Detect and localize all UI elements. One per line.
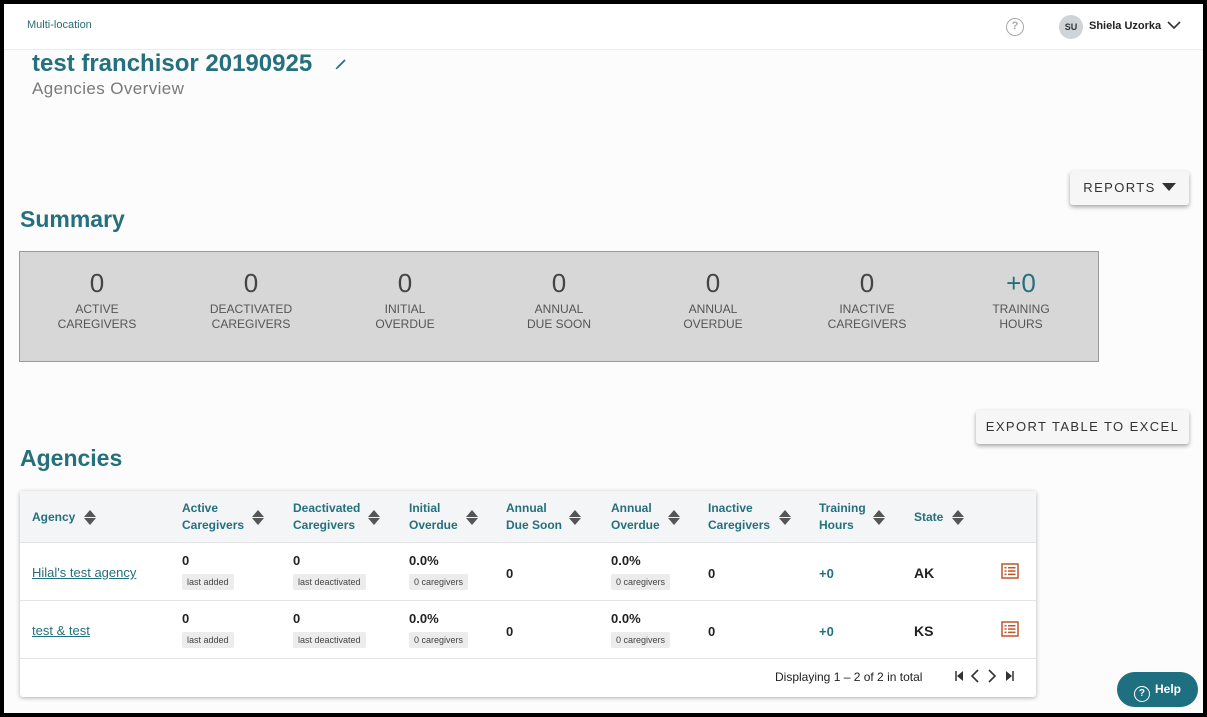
pencil-edit-icon[interactable] bbox=[335, 58, 347, 70]
summary-panel: 0 ACTIVE CAREGIVERS 0 DEACTIVATED CAREGIVE… bbox=[19, 251, 1099, 362]
table-row: Hilal's test agency 0 last added 0 last … bbox=[20, 543, 1036, 601]
stat-deactivated-caregivers: 0 DEACTIVATED CAREGIVERS bbox=[174, 268, 328, 332]
pagination-summary: Displaying 1 – 2 of 2 in total bbox=[775, 670, 923, 684]
stat-value: 0 bbox=[551, 268, 567, 298]
stat-value: 0 bbox=[859, 268, 875, 298]
app-frame: Multi-location ? SU Shiela Uzorka test f… bbox=[4, 4, 1203, 713]
summary-heading: Summary bbox=[20, 206, 125, 232]
stat-value: 0 bbox=[705, 268, 721, 298]
col-header-agency[interactable]: Agency bbox=[32, 509, 75, 526]
caregivers-count-badge: 0 caregivers bbox=[611, 574, 671, 590]
report-list-icon[interactable] bbox=[1001, 563, 1019, 579]
stat-label: INITIAL OVERDUE bbox=[375, 302, 435, 331]
report-list-icon[interactable] bbox=[1001, 621, 1019, 637]
sort-icon[interactable] bbox=[569, 510, 581, 526]
table-header: Agency Active Caregivers Deactivated Careg… bbox=[20, 491, 1036, 543]
stat-value: +0 bbox=[1006, 268, 1036, 298]
page-title: test franchisor 20190925 bbox=[32, 50, 313, 77]
breadcrumb-multi-location[interactable]: Multi-location bbox=[27, 19, 92, 31]
last-added-badge: last added bbox=[182, 574, 234, 590]
caregivers-count-badge: 0 caregivers bbox=[611, 632, 671, 648]
last-page-icon[interactable] bbox=[1005, 669, 1015, 683]
training-hours-value: +0 bbox=[819, 624, 834, 639]
col-header-active-caregivers[interactable]: Active Caregivers bbox=[182, 500, 244, 534]
next-page-icon[interactable] bbox=[987, 669, 997, 683]
sort-icon[interactable] bbox=[873, 510, 885, 526]
inactive-caregivers-value: 0 bbox=[708, 624, 716, 639]
initial-overdue-value: 0.0% bbox=[409, 611, 439, 626]
stat-label: INACTIVE CAREGIVERS bbox=[827, 302, 907, 331]
stat-inactive-caregivers: 0 INACTIVE CAREGIVERS bbox=[790, 268, 944, 332]
help-question-icon: ? bbox=[1133, 686, 1150, 702]
sort-icon[interactable] bbox=[466, 510, 478, 526]
first-page-icon[interactable] bbox=[954, 669, 964, 683]
stat-label: TRAINING HOURS bbox=[992, 302, 1050, 331]
deactivated-caregivers-value: 0 bbox=[293, 553, 301, 568]
sort-icon[interactable] bbox=[252, 510, 264, 526]
chevron-down-icon[interactable] bbox=[1167, 18, 1181, 32]
col-header-deactivated-caregivers[interactable]: Deactivated Caregivers bbox=[293, 500, 360, 534]
col-header-annual-overdue[interactable]: Annual Overdue bbox=[611, 500, 660, 534]
reports-dropdown-button[interactable]: REPORTS bbox=[1070, 171, 1189, 205]
user-name[interactable]: Shiela Uzorka bbox=[1089, 20, 1161, 32]
user-avatar[interactable]: SU bbox=[1059, 15, 1083, 39]
active-caregivers-value: 0 bbox=[182, 553, 190, 568]
sort-icon[interactable] bbox=[668, 510, 680, 526]
caret-down-icon bbox=[1161, 183, 1176, 191]
annual-overdue-value: 0.0% bbox=[611, 611, 641, 626]
col-header-inactive-caregivers[interactable]: Inactive Caregivers bbox=[708, 500, 770, 534]
help-button[interactable]: ? Help bbox=[1117, 672, 1198, 707]
previous-page-icon[interactable] bbox=[970, 669, 980, 683]
active-caregivers-value: 0 bbox=[182, 611, 190, 626]
stat-active-caregivers: 0 ACTIVE CAREGIVERS bbox=[20, 268, 174, 332]
sort-icon[interactable] bbox=[84, 510, 96, 526]
table-row: test & test 0 last added 0 last deactiva… bbox=[20, 601, 1036, 659]
agencies-heading: Agencies bbox=[20, 445, 123, 471]
stat-label: ACTIVE CAREGIVERS bbox=[57, 302, 137, 331]
top-bar: Multi-location ? SU Shiela Uzorka bbox=[4, 4, 1203, 50]
col-header-initial-overdue[interactable]: Initial Overdue bbox=[409, 500, 458, 534]
training-hours-value: +0 bbox=[819, 566, 834, 581]
sort-icon[interactable] bbox=[779, 510, 791, 526]
help-label: Help bbox=[1154, 682, 1181, 696]
stat-annual-overdue: 0 ANNUAL OVERDUE bbox=[636, 268, 790, 332]
page-subtitle: Agencies Overview bbox=[32, 79, 185, 98]
col-header-state[interactable]: State bbox=[914, 509, 943, 526]
caregivers-count-badge: 0 caregivers bbox=[409, 574, 469, 590]
export-table-to-excel-button[interactable]: EXPORT TABLE TO EXCEL bbox=[976, 410, 1189, 444]
annual-due-soon-value: 0 bbox=[506, 566, 514, 581]
stat-value: 0 bbox=[89, 268, 105, 298]
stat-annual-due-soon: 0 ANNUAL DUE SOON bbox=[482, 268, 636, 332]
col-header-training-hours[interactable]: Training Hours bbox=[819, 500, 866, 534]
stat-initial-overdue: 0 INITIAL OVERDUE bbox=[328, 268, 482, 332]
state-value: KS bbox=[914, 623, 934, 639]
agencies-table: Agency Active Caregivers Deactivated Careg… bbox=[20, 491, 1036, 697]
deactivated-caregivers-value: 0 bbox=[293, 611, 301, 626]
stat-label: DEACTIVATED CAREGIVERS bbox=[209, 302, 293, 331]
initial-overdue-value: 0.0% bbox=[409, 553, 439, 568]
stat-training-hours: +0 TRAINING HOURS bbox=[944, 268, 1098, 332]
inactive-caregivers-value: 0 bbox=[708, 566, 716, 581]
stat-label: ANNUAL DUE SOON bbox=[526, 302, 591, 331]
state-value: AK bbox=[914, 565, 935, 581]
help-question-icon[interactable]: ? bbox=[1006, 18, 1024, 36]
annual-due-soon-value: 0 bbox=[506, 624, 514, 639]
stat-label: ANNUAL OVERDUE bbox=[683, 302, 743, 331]
agency-link[interactable]: Hilal's test agency bbox=[32, 565, 136, 580]
stat-value: 0 bbox=[397, 268, 413, 298]
last-added-badge: last added bbox=[182, 632, 234, 648]
stat-value: 0 bbox=[243, 268, 259, 298]
reports-label: REPORTS bbox=[1083, 180, 1156, 195]
last-deactivated-badge: last deactivated bbox=[293, 632, 366, 648]
last-deactivated-badge: last deactivated bbox=[293, 574, 366, 590]
annual-overdue-value: 0.0% bbox=[611, 553, 641, 568]
sort-icon[interactable] bbox=[368, 510, 380, 526]
col-header-annual-due-soon[interactable]: Annual Due Soon bbox=[506, 500, 562, 534]
agency-link[interactable]: test & test bbox=[32, 623, 90, 638]
caregivers-count-badge: 0 caregivers bbox=[409, 632, 469, 648]
sort-icon[interactable] bbox=[952, 510, 964, 526]
